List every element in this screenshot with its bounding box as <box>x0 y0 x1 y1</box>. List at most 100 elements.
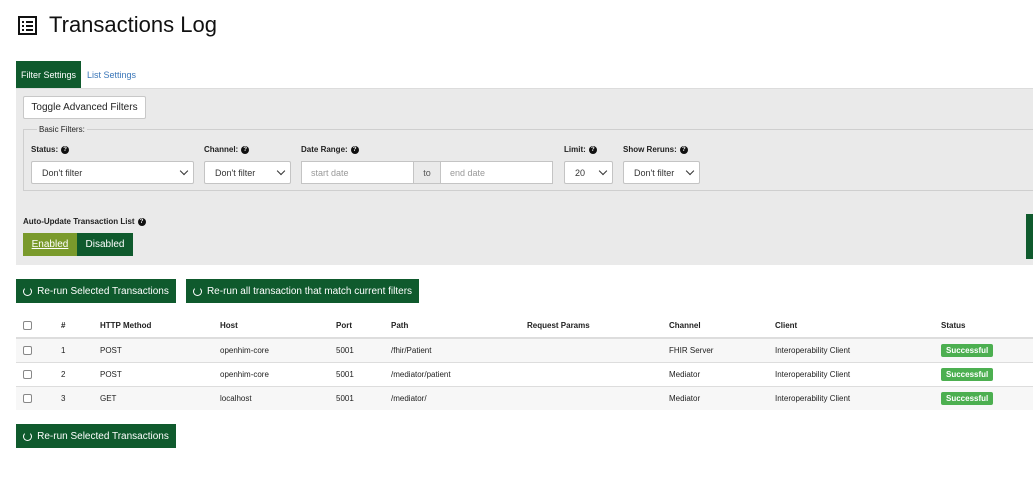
column-header[interactable]: Channel <box>669 314 775 339</box>
cell-method: POST <box>100 361 220 386</box>
toggle-advanced-filters-button[interactable]: Toggle Advanced Filters <box>23 96 146 119</box>
cell-path: /fhir/Patient <box>391 337 527 362</box>
status-filter-label: Status: ? <box>31 145 70 154</box>
column-header[interactable]: Host <box>220 314 336 339</box>
chevron-down-icon <box>179 166 189 175</box>
help-icon: ? <box>350 145 359 154</box>
end-date-input[interactable]: end date <box>440 161 553 184</box>
tab-list-settings[interactable]: List Settings <box>81 61 141 88</box>
auto-update-enabled-button[interactable]: Enabled <box>23 233 77 256</box>
list-icon <box>18 15 37 35</box>
limit-filter-label: Limit: ? <box>564 145 597 154</box>
rerun-selected-button[interactable]: Re-run Selected Transactions <box>16 279 176 303</box>
cell-num: 1 <box>61 337 100 362</box>
status-select-value: Don't filter <box>42 167 83 178</box>
tab-filter-settings[interactable]: Filter Settings <box>16 61 82 88</box>
show-reruns-select[interactable]: Don't filter <box>623 161 700 184</box>
cell-path: /mediator/ <box>391 385 527 410</box>
cell-port: 5001 <box>336 385 391 410</box>
cell-params <box>527 385 669 410</box>
channel-select[interactable]: Don't filter <box>204 161 291 184</box>
column-header[interactable]: Port <box>336 314 391 339</box>
cell-num: 2 <box>61 361 100 386</box>
show-reruns-label-text: Show Reruns: <box>623 145 677 154</box>
status-badge: Successful <box>941 391 994 405</box>
table-row[interactable]: 1 POST openhim-core 5001 /fhir/Patient F… <box>16 337 1033 362</box>
cell-host: localhost <box>220 385 336 410</box>
column-header[interactable]: HTTP Method <box>100 314 220 339</box>
date-range-label-text: Date Range: <box>301 145 348 154</box>
cell-client: Interoperability Client <box>775 337 941 362</box>
chevron-down-icon <box>685 166 695 175</box>
refresh-icon <box>23 431 33 441</box>
status-badge: Successful <box>941 367 994 381</box>
status-badge: Successful <box>941 343 994 357</box>
rerun-all-label: Re-run all transaction that match curren… <box>206 285 413 297</box>
help-icon: ? <box>241 145 250 154</box>
cell-port: 5001 <box>336 337 391 362</box>
column-header[interactable]: # <box>61 314 100 339</box>
cell-channel: Mediator <box>669 385 775 410</box>
cell-method: POST <box>100 337 220 362</box>
cell-method: GET <box>100 385 220 410</box>
page-header: Transactions Log <box>18 10 217 40</box>
rerun-selected-label: Re-run Selected Transactions <box>37 285 169 297</box>
auto-update-label-text: Auto-Update Transaction List <box>23 217 135 226</box>
column-header[interactable]: Request Params <box>527 314 669 339</box>
auto-update-label: Auto-Update Transaction List ? <box>23 217 146 226</box>
channel-label-text: Channel: <box>204 145 239 154</box>
rerun-all-button[interactable]: Re-run all transaction that match curren… <box>186 279 419 303</box>
rerun-selected-bottom-button[interactable]: Re-run Selected Transactions <box>16 424 176 448</box>
date-range-to-label: to <box>414 161 440 184</box>
rerun-selected-bottom-label: Re-run Selected Transactions <box>37 430 169 442</box>
select-all-checkbox[interactable] <box>23 321 32 331</box>
channel-filter-label: Channel: ? <box>204 145 250 154</box>
auto-update-disabled-button[interactable]: Disabled <box>77 233 133 256</box>
help-icon: ? <box>588 145 597 154</box>
limit-label-text: Limit: <box>564 145 586 154</box>
start-date-input[interactable]: start date <box>301 161 414 184</box>
table-row[interactable]: 2 POST openhim-core 5001 /mediator/patie… <box>16 361 1033 386</box>
chevron-down-icon <box>276 166 286 175</box>
help-icon: ? <box>137 217 146 226</box>
row-checkbox[interactable] <box>23 345 32 355</box>
status-select[interactable]: Don't filter <box>31 161 194 184</box>
limit-select[interactable]: 20 <box>564 161 613 184</box>
table-header-row: # HTTP Method Host Port Path Request Par… <box>16 314 1033 339</box>
settings-tabs: Filter Settings List Settings <box>16 61 141 88</box>
cell-num: 3 <box>61 385 100 410</box>
limit-select-value: 20 <box>575 167 586 178</box>
cell-params <box>527 361 669 386</box>
help-icon: ? <box>61 145 70 154</box>
show-reruns-select-value: Don't filter <box>634 167 675 178</box>
column-header[interactable]: Client <box>775 314 941 339</box>
cell-host: openhim-core <box>220 337 336 362</box>
filter-panel: Toggle Advanced Filters Basic Filters: S… <box>16 88 1033 265</box>
cell-channel: FHIR Server <box>669 337 775 362</box>
help-icon: ? <box>679 145 688 154</box>
cell-path: /mediator/patient <box>391 361 527 386</box>
transactions-table: # HTTP Method Host Port Path Request Par… <box>16 314 1033 410</box>
auto-update-toggle: Enabled Disabled <box>23 233 133 256</box>
table-row[interactable]: 3 GET localhost 5001 /mediator/ Mediator… <box>16 385 1033 410</box>
row-checkbox[interactable] <box>23 393 32 403</box>
cell-port: 5001 <box>336 361 391 386</box>
side-panel-toggle[interactable] <box>1026 214 1033 259</box>
basic-filters-legend: Basic Filters: <box>37 125 87 134</box>
refresh-icon <box>192 286 202 296</box>
refresh-icon <box>23 286 33 296</box>
cell-client: Interoperability Client <box>775 361 941 386</box>
chevron-down-icon <box>598 166 608 175</box>
page-title: Transactions Log <box>49 12 217 37</box>
show-reruns-filter-label: Show Reruns: ? <box>623 145 688 154</box>
status-label-text: Status: <box>31 145 59 154</box>
row-checkbox[interactable] <box>23 369 32 379</box>
cell-channel: Mediator <box>669 361 775 386</box>
date-range-filter-label: Date Range: ? <box>301 145 359 154</box>
column-header[interactable]: Status <box>941 314 1033 339</box>
cell-client: Interoperability Client <box>775 385 941 410</box>
cell-params <box>527 337 669 362</box>
column-header[interactable]: Path <box>391 314 527 339</box>
channel-select-value: Don't filter <box>215 167 256 178</box>
cell-host: openhim-core <box>220 361 336 386</box>
